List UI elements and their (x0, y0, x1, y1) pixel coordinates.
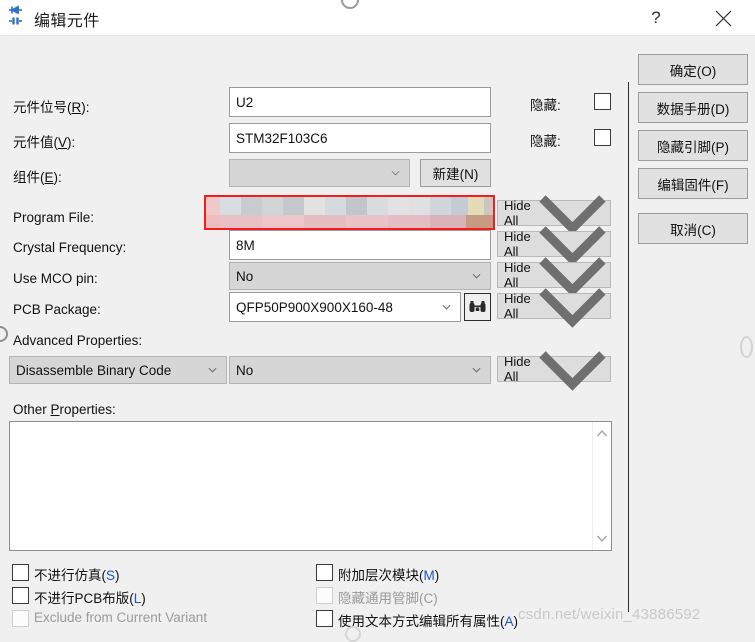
new-component-button[interactable]: 新建(N) (420, 159, 491, 187)
component-icon (6, 5, 28, 27)
label-no-simulation: 不进行仿真(S) (34, 568, 120, 583)
other-properties-label: Other Properties: (13, 402, 116, 417)
close-icon (715, 10, 731, 26)
scroll-down-icon[interactable] (596, 532, 608, 544)
other-properties-textarea[interactable] (9, 421, 612, 551)
binoculars-icon (469, 301, 486, 312)
checkbox-hide-common-pins (316, 587, 333, 604)
label-no-pcb-layout: 不进行PCB布版(L) (34, 591, 146, 606)
label-use-mco-pin: Use MCO pin: (13, 271, 98, 286)
chevron-down-icon (208, 367, 217, 373)
pcb-package-browse-button[interactable] (464, 293, 491, 321)
button-panel-divider (628, 82, 629, 612)
visibility-combo-advanced[interactable]: Hide All (497, 350, 611, 391)
label-pcb-package: PCB Package: (13, 302, 101, 317)
component-combo[interactable] (229, 159, 410, 187)
edit-component-dialog: 编辑元件 ? 元件位号(R): 元件值(V): 组件(E): Program F… (0, 0, 755, 642)
advanced-value-combo[interactable]: No (229, 356, 491, 384)
visibility-combo-pcb-package[interactable]: Hide All (497, 287, 611, 328)
hide-pins-button[interactable]: 隐藏引脚(P) (638, 130, 748, 161)
label-exclude-from-variant: Exclude from Current Variant (34, 610, 208, 625)
chevron-down-icon (472, 273, 481, 279)
checkbox-exclude-from-variant (12, 610, 29, 627)
label-program-file: Program File: (13, 210, 95, 225)
watermark-text: csdn.net/weixin_43886592 (518, 606, 701, 623)
chevron-down-icon (539, 350, 606, 391)
label-component: 组件(E): (13, 170, 62, 185)
label-value: 元件值(V): (13, 135, 76, 150)
value-input[interactable] (229, 123, 491, 153)
checkbox-attach-hierarchy-module[interactable] (316, 564, 333, 581)
chevron-down-icon (442, 304, 451, 310)
hidden-label-designator: 隐藏: (530, 98, 561, 113)
checkbox-edit-all-as-text[interactable] (316, 610, 333, 627)
hidden-checkbox-value[interactable] (594, 129, 611, 146)
window-title: 编辑元件 (34, 13, 100, 30)
label-hide-common-pins: 隐藏通用管脚(C) (338, 591, 438, 606)
dialog-content: 元件位号(R): 元件值(V): 组件(E): Program File: Cr… (0, 36, 755, 642)
scroll-up-icon[interactable] (596, 428, 608, 440)
pcb-package-combo[interactable]: QFP50P900X900X160-48 (229, 292, 461, 322)
checkbox-no-simulation[interactable] (12, 564, 29, 581)
advanced-expander-icon[interactable] (0, 326, 8, 342)
use-mco-pin-combo[interactable]: No (229, 262, 491, 290)
label-designator: 元件位号(R): (13, 100, 90, 115)
label-attach-hierarchy-module: 附加层次模块(M) (338, 568, 440, 583)
label-edit-all-as-text: 使用文本方式编辑所有属性(A) (338, 614, 519, 629)
title-bar: 编辑元件 ? (0, 0, 755, 36)
watermark-artifact-icon-2 (345, 626, 361, 642)
busy-spinner-icon (341, 0, 359, 9)
other-properties-scrollbar[interactable] (592, 422, 611, 550)
program-file-input[interactable] (206, 197, 493, 228)
chevron-down-icon (391, 170, 400, 176)
help-button[interactable]: ? (633, 0, 679, 36)
chevron-down-icon (472, 367, 481, 373)
datasheet-button[interactable]: 数据手册(D) (638, 92, 748, 123)
watermark-artifact-icon (740, 336, 753, 358)
cancel-button[interactable]: 取消(C) (638, 213, 748, 244)
label-crystal-frequency: Crystal Frequency: (13, 240, 127, 255)
crystal-frequency-input[interactable] (229, 230, 491, 260)
hidden-label-value: 隐藏: (530, 134, 561, 149)
advanced-property-combo[interactable]: Disassemble Binary Code (9, 356, 227, 384)
close-button[interactable] (700, 0, 746, 36)
hidden-checkbox-designator[interactable] (594, 93, 611, 110)
advanced-properties-label: Advanced Properties: (13, 333, 143, 348)
ok-button[interactable]: 确定(O) (638, 54, 748, 85)
designator-input[interactable] (229, 87, 491, 117)
checkbox-no-pcb-layout[interactable] (12, 587, 29, 604)
edit-firmware-button[interactable]: 编辑固件(F) (638, 168, 748, 199)
